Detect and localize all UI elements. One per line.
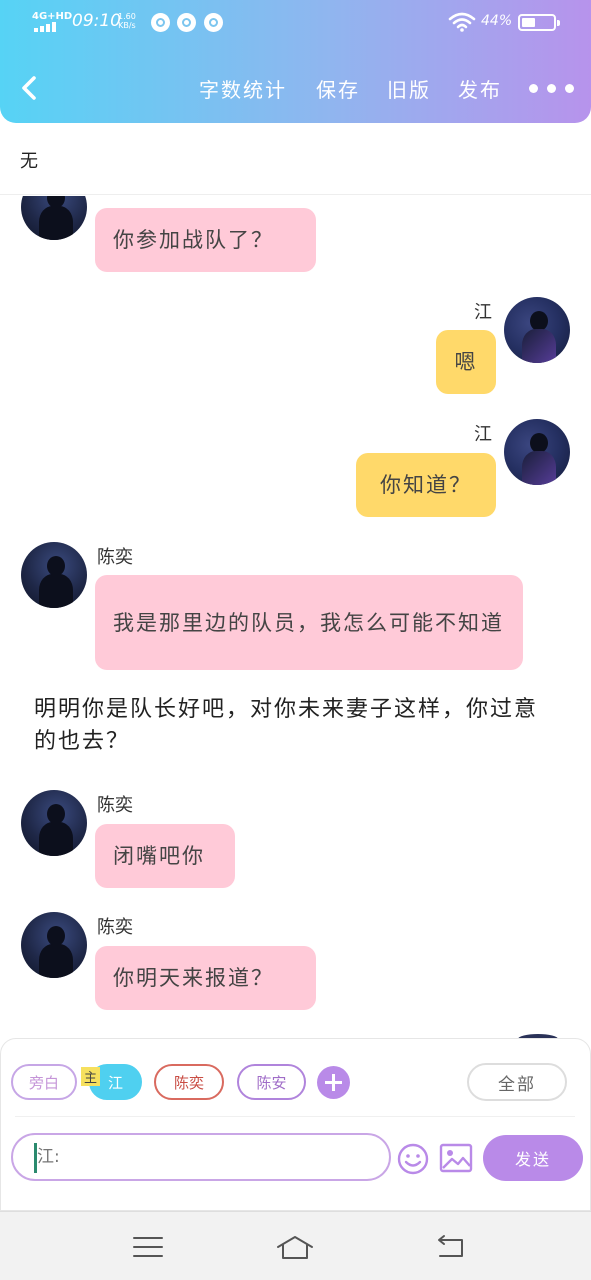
speaker-name: 江 bbox=[474, 424, 492, 445]
app-notification-icon bbox=[204, 13, 223, 32]
menu-icon[interactable] bbox=[128, 1232, 168, 1262]
speaker-name: 陈奕 bbox=[97, 917, 133, 938]
network-indicator: 4G+HD bbox=[32, 11, 73, 22]
narration-text[interactable]: 明明你是队长好吧，对你未来妻子这样，你过意的也去？ bbox=[34, 694, 554, 758]
message-input[interactable] bbox=[11, 1133, 391, 1181]
main-role-badge: 主 bbox=[81, 1067, 100, 1086]
status-bar: 4G+HD 09:10 1.60 KB/s 44% bbox=[0, 0, 591, 44]
send-button[interactable]: 发送 bbox=[483, 1135, 583, 1181]
message-bubble[interactable]: 嗯 bbox=[436, 330, 496, 394]
avatar[interactable] bbox=[504, 419, 570, 485]
message-bubble[interactable]: 闭嘴吧你 bbox=[95, 824, 235, 888]
status-time: 09:10 bbox=[72, 11, 121, 31]
role-chenan[interactable]: 陈安 bbox=[237, 1064, 306, 1100]
signal-icon bbox=[34, 22, 58, 32]
header: 4G+HD 09:10 1.60 KB/s 44% 字数统计 保存 旧版 发布 bbox=[0, 0, 591, 123]
return-icon[interactable] bbox=[430, 1232, 470, 1262]
message-bubble[interactable]: 我是那里边的队员，我怎么可能不知道 bbox=[95, 575, 523, 670]
smiley-icon[interactable] bbox=[397, 1143, 429, 1175]
input-panel: 旁白 江 主 陈奕 陈安 全部 发送 bbox=[0, 1038, 591, 1211]
plus-icon[interactable] bbox=[317, 1066, 350, 1099]
avatar[interactable] bbox=[21, 912, 87, 978]
word-count-button[interactable]: 字数统计 bbox=[199, 74, 287, 103]
avatar[interactable] bbox=[21, 790, 87, 856]
chapter-title-bar[interactable]: 无 bbox=[0, 123, 591, 195]
more-dots-icon[interactable] bbox=[529, 84, 575, 94]
app-notification-icon bbox=[151, 13, 170, 32]
old-version-button[interactable]: 旧版 bbox=[387, 74, 431, 103]
message-bubble[interactable]: 你知道？ bbox=[356, 453, 496, 517]
app-notification-icon bbox=[177, 13, 196, 32]
save-button[interactable]: 保存 bbox=[316, 74, 360, 103]
publish-button[interactable]: 发布 bbox=[458, 74, 502, 103]
text-cursor bbox=[34, 1143, 37, 1173]
wifi-icon bbox=[448, 12, 476, 32]
message-bubble[interactable]: 你明天来报道？ bbox=[95, 946, 316, 1010]
speaker-name: 江 bbox=[474, 302, 492, 323]
divider bbox=[15, 1116, 575, 1117]
system-nav-bar bbox=[0, 1211, 591, 1280]
battery-icon bbox=[518, 14, 560, 31]
avatar[interactable] bbox=[21, 542, 87, 608]
network-speed: 1.60 KB/s bbox=[118, 12, 136, 30]
speaker-name: 陈奕 bbox=[97, 547, 133, 568]
battery-percent: 44% bbox=[481, 13, 513, 29]
role-chenyi[interactable]: 陈奕 bbox=[154, 1064, 224, 1100]
back-arrow-icon[interactable] bbox=[18, 74, 42, 102]
chat-area[interactable]: 你参加战队了？ 江 嗯 江 你知道？ 陈奕 我是那里边的队员，我怎么可能不知道 … bbox=[0, 196, 591, 1038]
chapter-title: 无 bbox=[20, 151, 38, 172]
avatar[interactable] bbox=[504, 297, 570, 363]
image-icon[interactable] bbox=[439, 1143, 473, 1173]
message-bubble[interactable]: 你参加战队了？ bbox=[95, 208, 316, 272]
role-narrator[interactable]: 旁白 bbox=[11, 1064, 77, 1100]
avatar[interactable] bbox=[21, 196, 87, 240]
all-roles-button[interactable]: 全部 bbox=[467, 1063, 567, 1101]
home-icon[interactable] bbox=[275, 1232, 315, 1262]
speaker-name: 陈奕 bbox=[97, 795, 133, 816]
